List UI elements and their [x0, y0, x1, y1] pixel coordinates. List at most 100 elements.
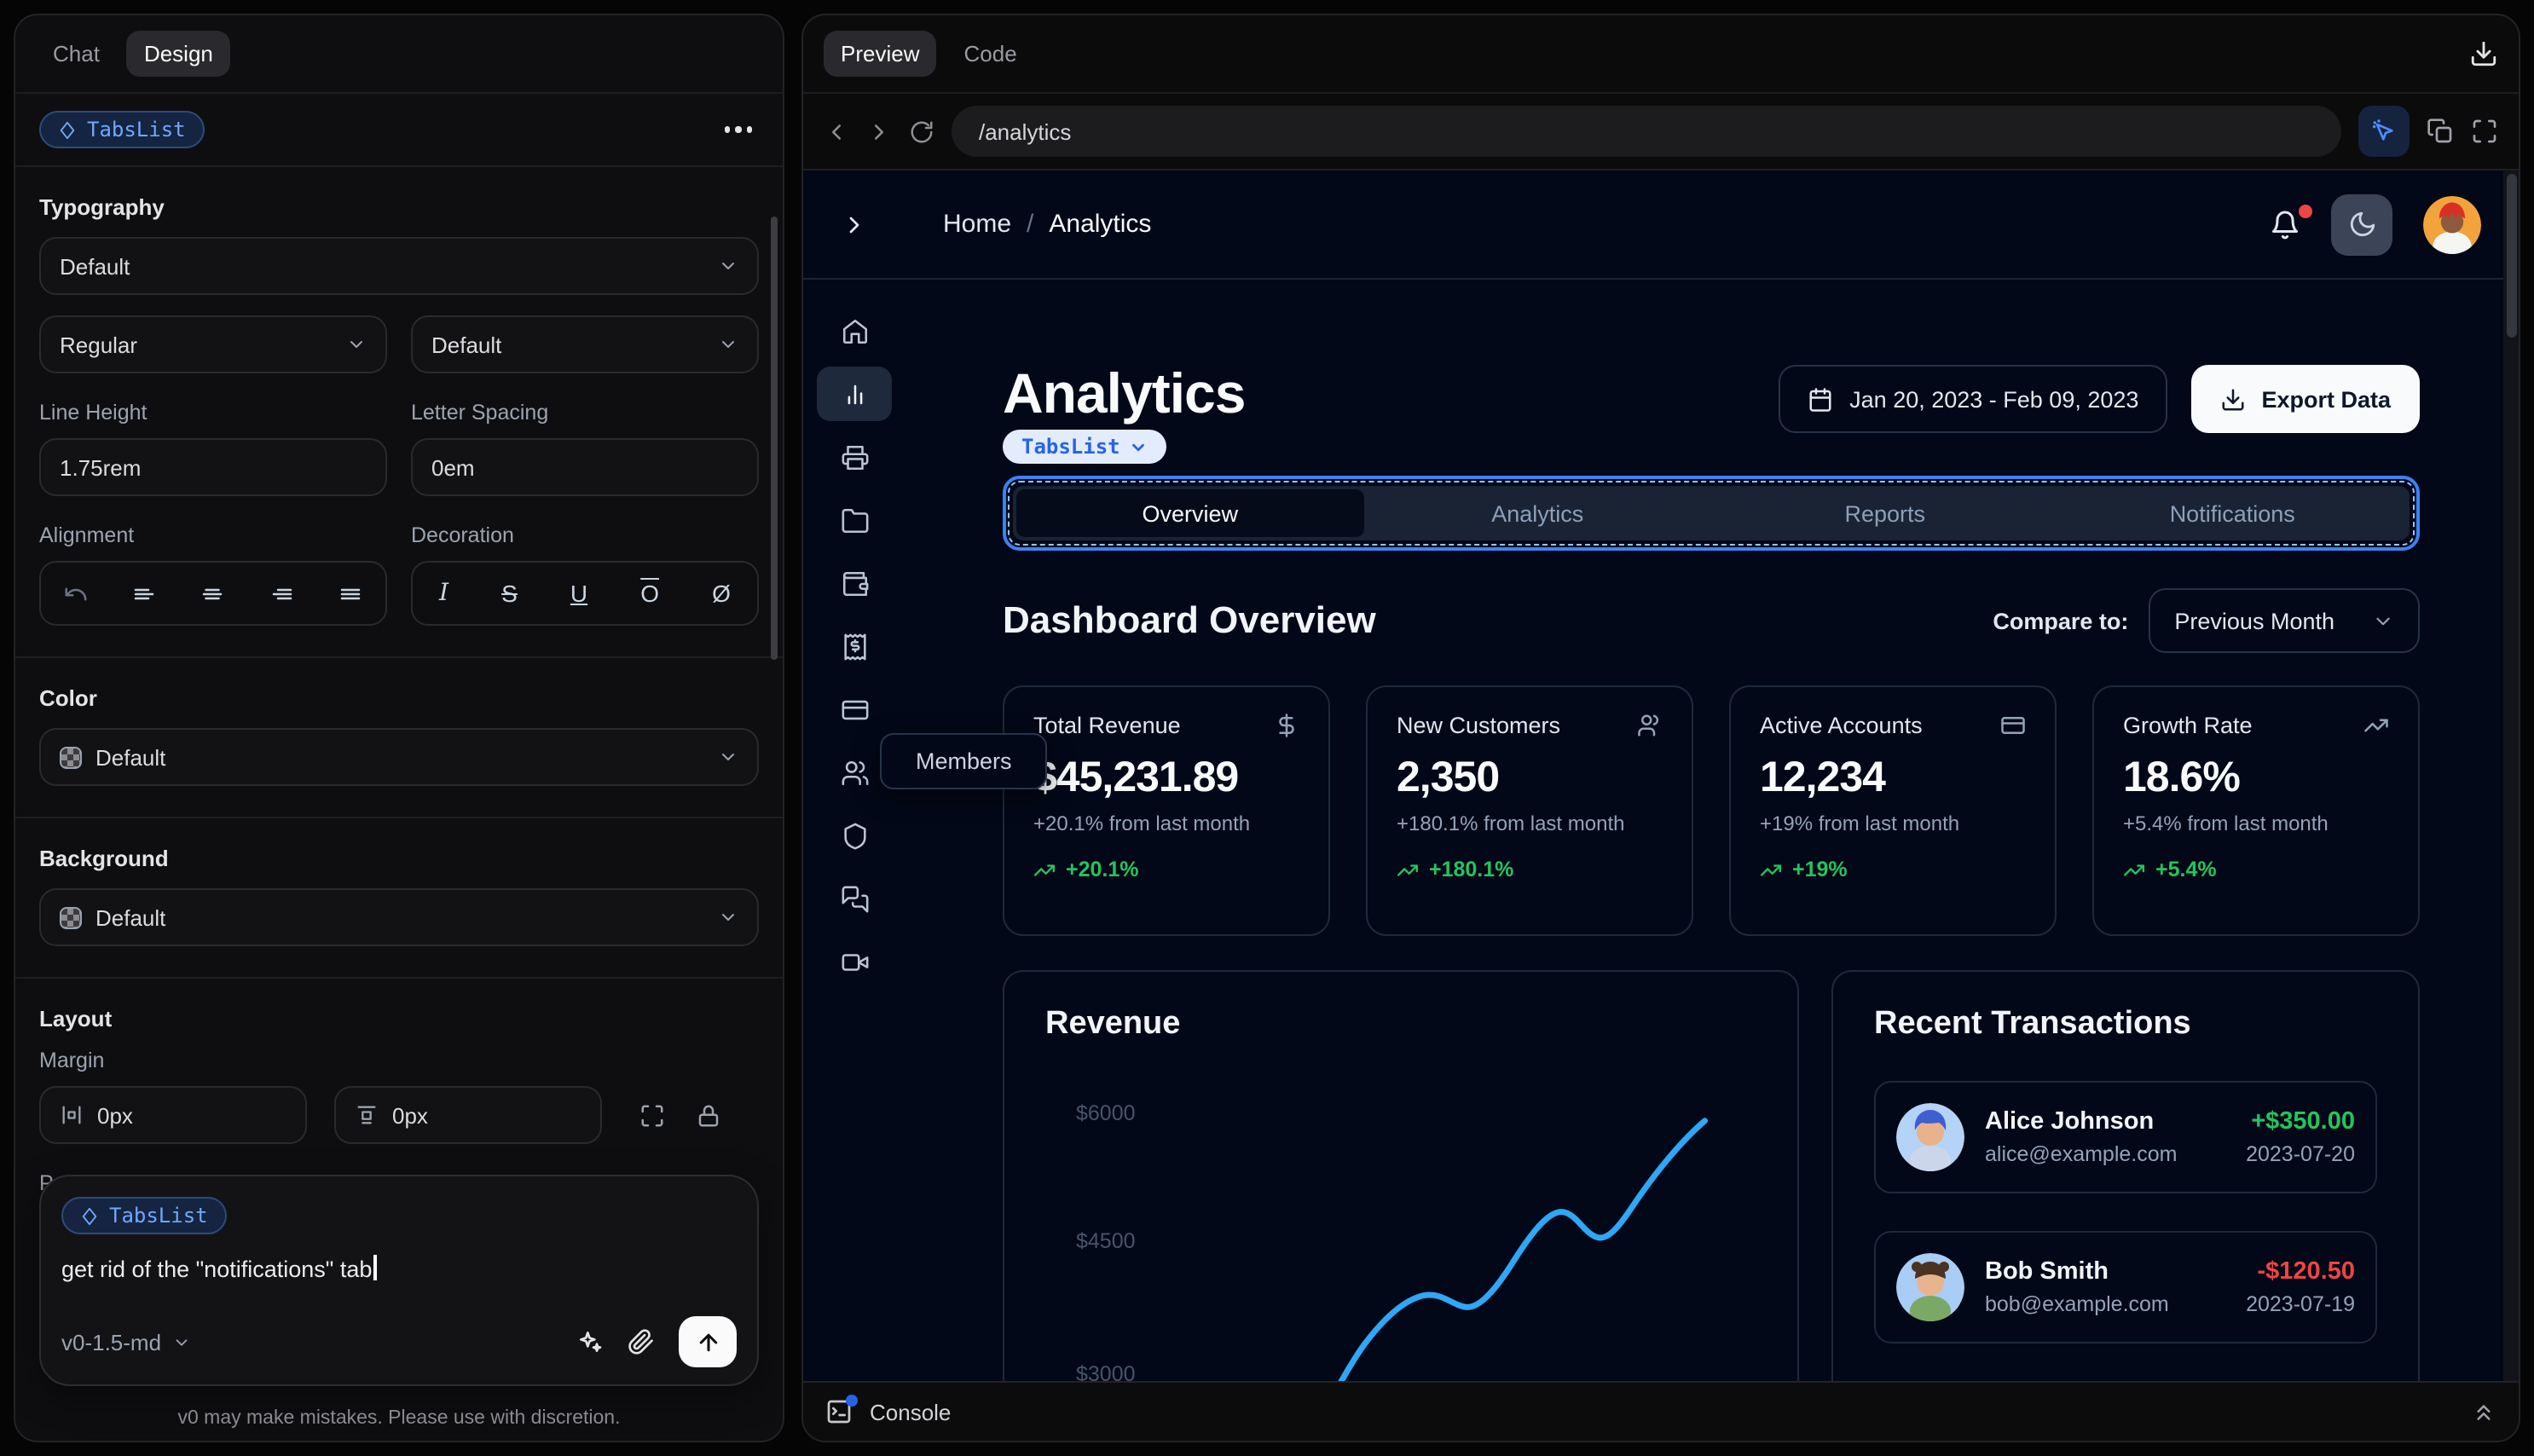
console-bar[interactable]: Console — [803, 1381, 2519, 1441]
transaction-row[interactable]: Alice Johnson alice@example.com +$350.00… — [1874, 1081, 2377, 1193]
selection-overlay-chip[interactable]: TabsList — [1003, 430, 1166, 464]
sidebar-item-print[interactable] — [817, 430, 892, 484]
chevron-down-icon — [1131, 442, 1144, 451]
chevron-down-icon — [722, 754, 734, 760]
tab-code[interactable]: Code — [947, 31, 1034, 77]
back-icon[interactable] — [824, 118, 849, 144]
strikethrough-icon[interactable]: S — [501, 580, 518, 607]
send-button[interactable] — [679, 1316, 737, 1367]
margin-x-input[interactable]: 0px — [39, 1086, 307, 1144]
user-avatar[interactable] — [2423, 195, 2481, 253]
italic-icon[interactable]: I — [439, 580, 448, 607]
line-height-input[interactable]: 1.75rem — [39, 438, 387, 496]
refresh-icon[interactable] — [909, 118, 934, 144]
theme-toggle-button[interactable] — [2331, 194, 2392, 255]
tab-design[interactable]: Design — [126, 31, 230, 77]
date-range-value: Jan 20, 2023 - Feb 09, 2023 — [1849, 386, 2139, 412]
selected-component-chip[interactable]: TabsList — [39, 111, 205, 148]
more-options-icon[interactable] — [717, 120, 759, 140]
margin-label: Margin — [39, 1049, 105, 1072]
sidebar-item-analytics[interactable] — [817, 367, 892, 421]
trending-up-icon — [2364, 719, 2388, 732]
underline-icon[interactable]: U — [570, 580, 587, 607]
breadcrumb-home[interactable]: Home — [943, 210, 1011, 239]
trending-up-icon — [1760, 864, 1782, 875]
stat-trend: +20.1% — [1066, 858, 1139, 881]
recent-transactions-card: Recent Transactions Alice Johnson alice@… — [1831, 970, 2420, 1381]
font-weight-select[interactable]: Regular — [39, 315, 387, 373]
compare-select[interactable]: Previous Month — [2149, 588, 2420, 653]
composer-chip-label: TabsList — [109, 1204, 208, 1228]
fullscreen-icon[interactable] — [2471, 118, 2498, 145]
trending-up-icon — [1397, 864, 1419, 875]
font-size-select[interactable]: Default — [411, 315, 759, 373]
chat-composer[interactable]: TabsList get rid of the "notifications" … — [39, 1175, 759, 1386]
sidebar-item-wallet[interactable] — [817, 556, 892, 610]
app-main-content: Analytics TabsList Jan 20, 2023 - Feb 09… — [1003, 280, 2420, 1381]
stat-subtext: +19% from last month — [1760, 812, 1960, 835]
align-left-icon[interactable] — [131, 581, 157, 606]
compare-label: Compare to: — [1993, 608, 2129, 633]
composer-component-chip[interactable]: TabsList — [61, 1197, 227, 1234]
tab-analytics[interactable]: Analytics — [1364, 489, 1712, 537]
component-diamond-icon — [82, 1206, 97, 1225]
sidebar-toggle-icon[interactable] — [841, 211, 868, 238]
sidebar-item-video[interactable] — [817, 934, 892, 989]
align-right-icon[interactable] — [269, 581, 295, 606]
sidebar-item-cards[interactable] — [817, 682, 892, 737]
color-select[interactable]: Default — [39, 728, 759, 786]
download-icon[interactable] — [2469, 39, 2498, 68]
revenue-chart-card: Revenue $6000 $4500 $3000 — [1003, 970, 1799, 1381]
date-range-button[interactable]: Jan 20, 2023 - Feb 09, 2023 — [1778, 365, 2168, 433]
design-mode-cursor-button[interactable] — [2358, 106, 2410, 157]
selection-chip-label: TabsList — [1021, 435, 1120, 459]
sidebar-item-messages[interactable] — [817, 871, 892, 926]
disclaimer-text: v0 may make mistakes. Please use with di… — [177, 1408, 621, 1429]
design-panel-scrollbar[interactable] — [771, 217, 778, 660]
reset-alignment-icon[interactable] — [62, 581, 88, 606]
credit-card-icon — [841, 699, 868, 719]
align-center-icon[interactable] — [200, 581, 226, 606]
tab-chat[interactable]: Chat — [36, 31, 117, 77]
letter-spacing-input[interactable]: 0em — [411, 438, 759, 496]
color-swatch-icon — [60, 746, 82, 768]
messages-icon — [841, 885, 868, 912]
scrollbar-thumb[interactable] — [2506, 174, 2516, 338]
sidebar-item-files[interactable] — [817, 493, 892, 547]
font-family-select[interactable]: Default — [39, 237, 759, 295]
page-title: Analytics — [1003, 361, 1246, 425]
stat-cards: Total Revenue $45,231.89 +20.1% from las… — [1003, 685, 2420, 936]
preview-scrollbar[interactable] — [2503, 170, 2519, 1381]
prompt-input[interactable]: get rid of the "notifications" tab — [61, 1255, 737, 1282]
transaction-amount: +$350.00 — [2251, 1108, 2355, 1135]
url-input[interactable]: /analytics — [952, 106, 2341, 157]
decoration-control: I S U O Ø — [411, 561, 759, 626]
overline-icon[interactable]: O — [640, 580, 659, 607]
background-select[interactable]: Default — [39, 888, 759, 946]
margin-y-input[interactable]: 0px — [334, 1086, 602, 1144]
background-label: Background — [39, 846, 169, 871]
background-swatch-icon — [60, 906, 82, 928]
copy-icon[interactable] — [2427, 118, 2454, 145]
sidebar-item-invoices[interactable] — [817, 619, 892, 673]
forward-icon[interactable] — [866, 118, 892, 144]
notifications-button[interactable] — [2270, 204, 2312, 240]
tab-reports[interactable]: Reports — [1711, 489, 2059, 537]
align-justify-icon[interactable] — [338, 581, 364, 606]
expand-sides-icon[interactable] — [639, 1102, 665, 1128]
model-select[interactable]: v0-1.5-md — [61, 1329, 190, 1355]
tab-preview[interactable]: Preview — [824, 31, 937, 77]
tab-overview[interactable]: Overview — [1016, 489, 1364, 537]
paperclip-icon[interactable] — [628, 1328, 655, 1355]
transaction-row[interactable]: Bob Smith bob@example.com -$120.50 2023-… — [1874, 1231, 2377, 1343]
export-data-button[interactable]: Export Data — [2191, 365, 2420, 433]
no-decoration-icon[interactable]: Ø — [712, 580, 731, 607]
sidebar-item-security[interactable] — [817, 808, 892, 863]
sparkles-icon[interactable] — [576, 1328, 604, 1355]
chevrons-up-icon[interactable] — [2471, 1399, 2496, 1424]
tab-notifications[interactable]: Notifications — [2059, 489, 2407, 537]
sidebar-item-home[interactable] — [817, 303, 892, 358]
lock-icon[interactable] — [696, 1102, 721, 1128]
video-icon — [841, 953, 868, 970]
dollar-icon — [1279, 714, 1294, 737]
